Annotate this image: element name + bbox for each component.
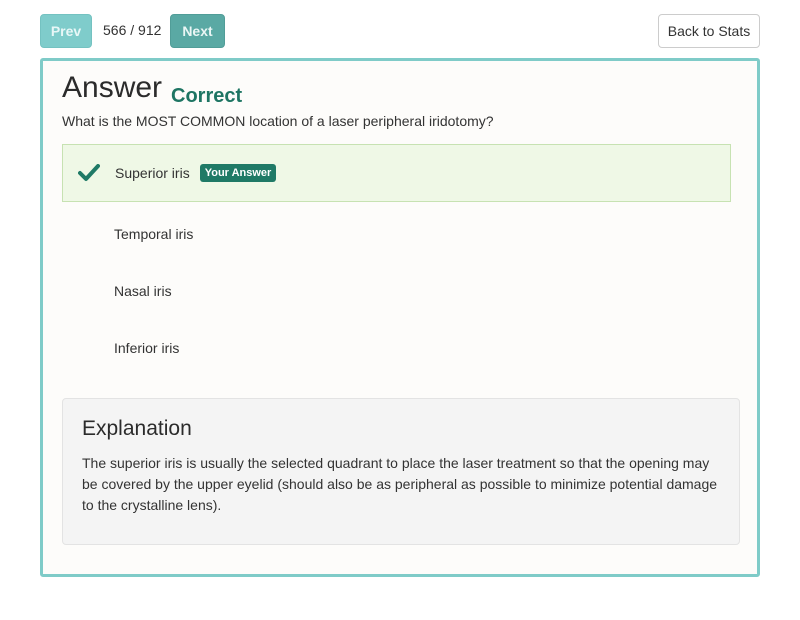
option-label: Superior iris [115, 165, 190, 181]
checkmark-icon [63, 164, 115, 182]
explanation-text: The superior iris is usually the selecte… [82, 455, 718, 513]
explanation-title: Explanation [82, 417, 192, 440]
option-label: Temporal iris [114, 226, 194, 242]
option-temporal-iris[interactable]: Temporal iris [62, 205, 731, 263]
option-superior-iris[interactable]: Superior iris Your Answer [62, 144, 731, 202]
next-button[interactable]: Next [170, 14, 225, 48]
option-label: Inferior iris [114, 340, 180, 356]
option-nasal-iris[interactable]: Nasal iris [62, 262, 731, 320]
answer-card: Answer Correct What is the MOST COMMON l… [40, 58, 760, 577]
option-label: Nasal iris [114, 283, 172, 299]
option-inferior-iris[interactable]: Inferior iris [62, 319, 731, 377]
explanation-panel: Explanation The superior iris is usually… [62, 398, 740, 545]
question-text: What is the MOST COMMON location of a la… [62, 113, 494, 129]
answer-title: Answer [62, 71, 163, 104]
back-to-stats-button[interactable]: Back to Stats [658, 14, 760, 48]
prev-button[interactable]: Prev [40, 14, 92, 48]
correct-status: Correct [171, 85, 243, 107]
top-navigation: Prev 566 / 912 Next Back to Stats [40, 14, 760, 48]
your-answer-badge: Your Answer [199, 164, 277, 182]
question-counter: 566 / 912 [103, 22, 162, 38]
